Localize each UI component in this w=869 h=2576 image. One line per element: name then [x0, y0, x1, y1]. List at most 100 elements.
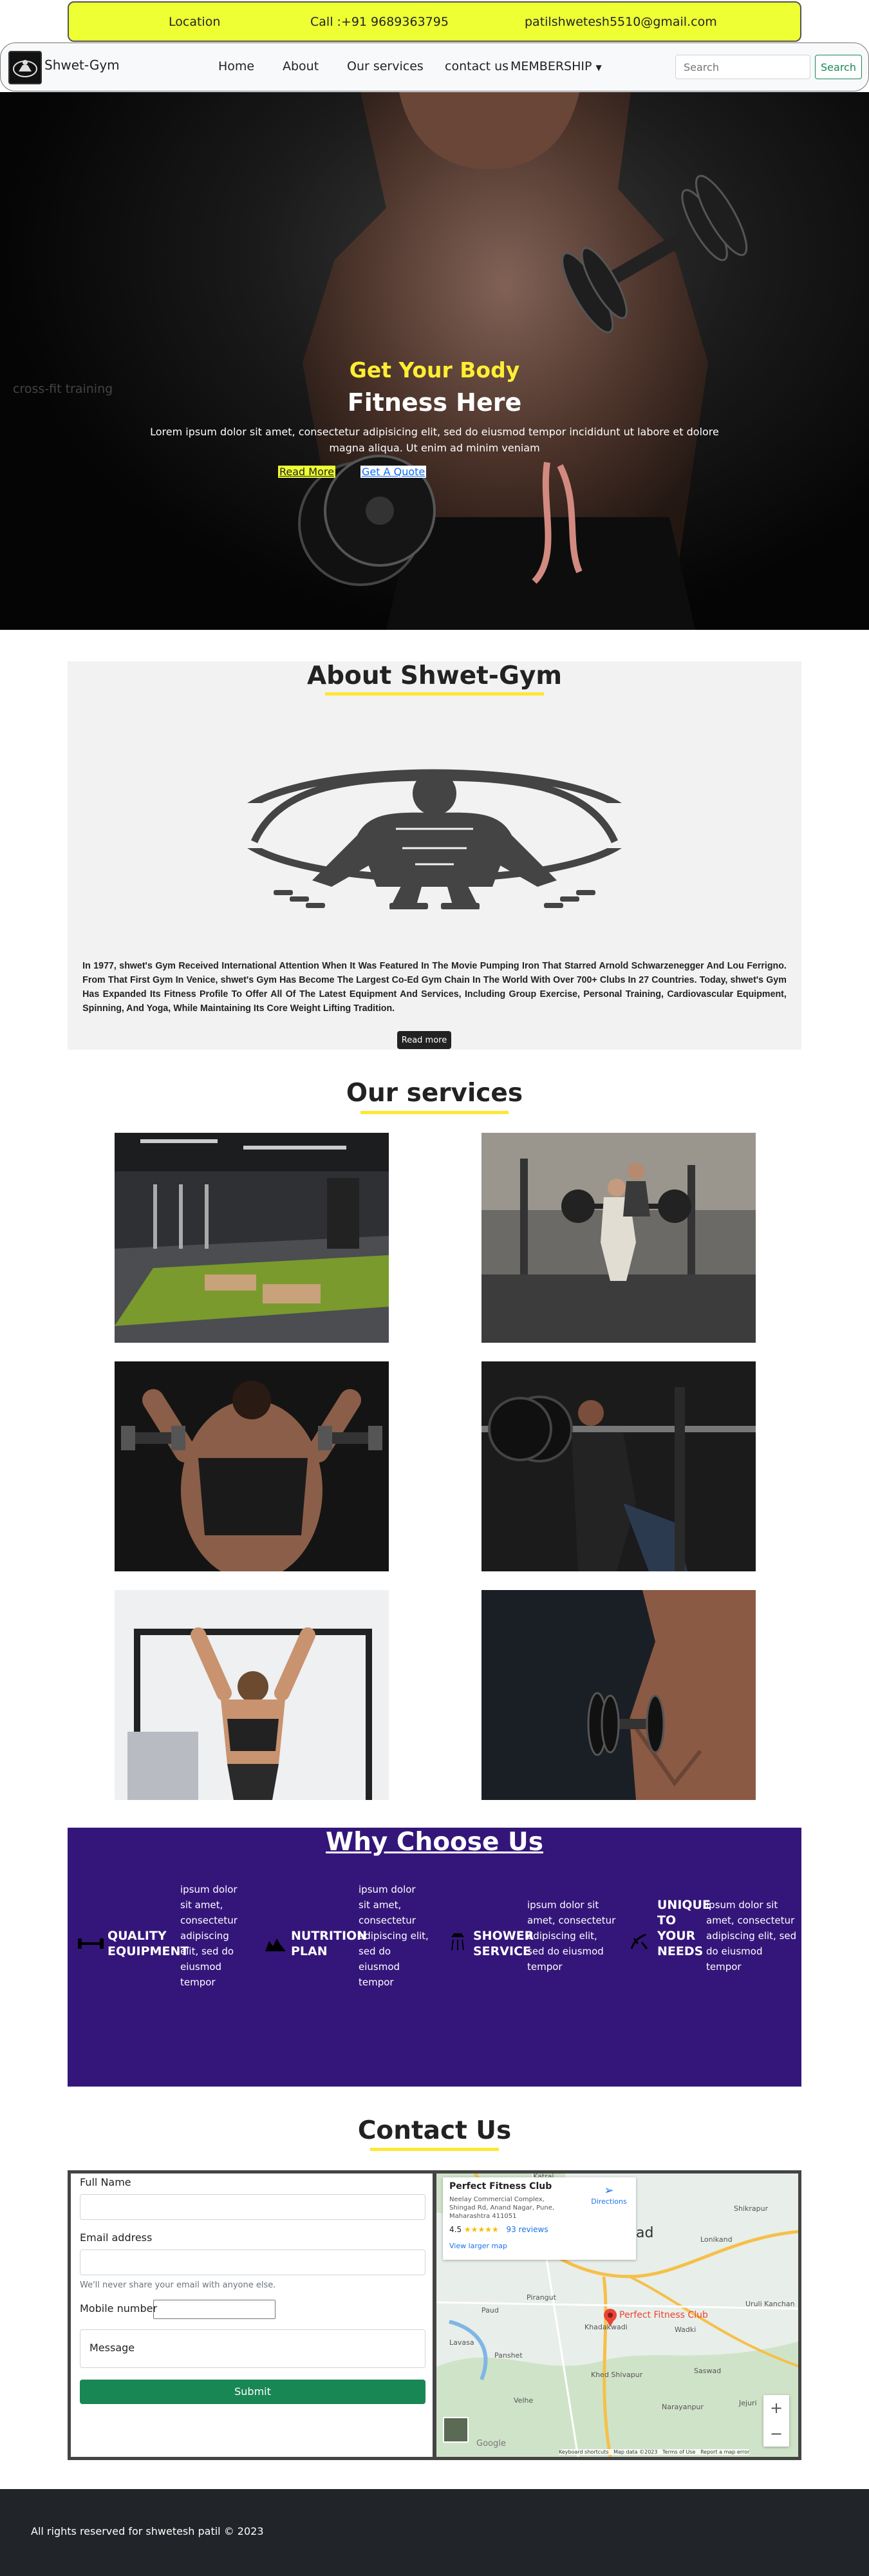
services-title: Our services [346, 1079, 523, 1108]
map-place-lavasa: Lavasa [449, 2338, 474, 2347]
nav-home[interactable]: Home [218, 59, 254, 73]
map-place-pirangut: Pirangut [527, 2293, 556, 2302]
message-placeholder: Message [89, 2342, 135, 2354]
nutrition-icon [264, 1936, 287, 1955]
rating-stars-icon: ★★★★★ [463, 2225, 499, 2234]
terms-link[interactable]: Terms of Use [662, 2449, 695, 2455]
map-place-lonikand: Lonikand [700, 2235, 733, 2244]
mobile-input[interactable] [153, 2300, 276, 2319]
map-place-wadki: Wadki [675, 2325, 696, 2334]
map-place-khadakwadi: Khadakwadi [584, 2323, 628, 2331]
map-place-panshet: Panshet [494, 2351, 523, 2360]
why-item-2-title: NUTRITION PLAN [291, 1929, 368, 1958]
about-title: About Shwet-Gym [306, 661, 563, 690]
get-quote-link[interactable]: Get A Quote [360, 466, 427, 478]
directions-icon: ➢ [604, 2184, 614, 2197]
search-button[interactable]: Search [815, 55, 862, 79]
why-item-1-title: QUALITY EQUIPMENT [107, 1929, 189, 1958]
map-place-shikrapur: Shikrapur [734, 2204, 769, 2213]
why-item-3-text: ipsum dolor sit amet, consectetur adipisci… [527, 1899, 616, 1973]
footer: All rights reserved for shwetesh patil ©… [0, 2489, 869, 2576]
why-title: Why Choose Us [326, 1828, 543, 1857]
about-read-more-button[interactable]: Read more [397, 1031, 451, 1049]
nav-contact[interactable]: contact us [445, 59, 509, 73]
email-label: Email address [80, 2231, 153, 2244]
map-place-khed-shivapur: Khed Shivapur [591, 2371, 643, 2379]
why-item-4-title: UNIQUE TO YOUR NEEDS [657, 1898, 711, 1958]
google-logo: Google [476, 2439, 506, 2448]
map-satellite-toggle[interactable] [443, 2417, 469, 2443]
email-text[interactable]: patilshwetesh5510@gmail.com [525, 15, 717, 29]
submit-button[interactable]: Submit [80, 2380, 425, 2404]
map-place-paud: Paud [481, 2306, 499, 2315]
caret-down-icon: ▼ [595, 63, 602, 72]
map-place-ad: ad [636, 2225, 654, 2241]
hero-title-line2: Fitness Here [347, 388, 522, 417]
map-place-card: Perfect Fitness Club Neelay Commercial C… [443, 2177, 636, 2260]
hero-banner: cross-fit training Get Your Body Fitness… [0, 92, 869, 630]
message-textarea[interactable]: Message [80, 2329, 425, 2368]
hero-description: Lorem ipsum dolor sit amet, consectetur … [150, 426, 719, 454]
read-more-link[interactable]: Read More [278, 466, 335, 478]
map-rating: 4.5 ★★★★★ 93 reviews [449, 2225, 548, 2234]
footer-copyright: All rights reserved for shwetesh patil ©… [31, 2525, 264, 2537]
brand-name[interactable]: Shwet-Gym [44, 57, 120, 73]
map-place-uruli-kanchan: Uruli Kanchan [745, 2300, 795, 2308]
about-description: In 1977, shwet's Gym Received Internatio… [82, 961, 787, 1014]
top-info-bar: Location Call :+91 9689363795 patilshwet… [68, 1, 801, 42]
map-place-velhe: Velhe [514, 2396, 534, 2405]
why-item-1-text: ipsum dolor sit amet, consectetur adipiscin… [180, 1884, 238, 1988]
map-pin-label: Perfect Fitness Club [619, 2310, 708, 2320]
zoom-in-icon[interactable]: + [763, 2395, 789, 2421]
shower-icon [447, 1931, 468, 1955]
why-item-2-text: ipsum dolor sit amet, consectetur adipiscin… [359, 1884, 429, 1988]
map-footer-links: Keyboard shortcuts Map data ©2023 Terms … [559, 2449, 750, 2455]
why-item-3-title: SHOWER SERVICE [473, 1929, 534, 1958]
full-name-input[interactable] [80, 2194, 425, 2220]
map-reviews-link[interactable]: 93 reviews [507, 2225, 548, 2234]
contact-form: Full Name Email address We'll never shar… [68, 2170, 434, 2460]
service-image-dumbbell-back [115, 1361, 389, 1571]
why-item-4-text: ipsum dolor sit amet, consectetur adipisci… [706, 1899, 797, 1973]
service-image-bodybuilder-dumbbell [481, 1590, 756, 1800]
map-place-saswad: Saswad [694, 2367, 722, 2375]
directions-button[interactable]: ➢ Directions [588, 2184, 630, 2206]
map-place-address: Neelay Commercial Complex, Shingad Rd, An… [449, 2196, 555, 2220]
report-error-link[interactable]: Report a map error [700, 2449, 749, 2455]
zoom-out-icon[interactable]: − [763, 2421, 789, 2447]
location-text: Location [169, 14, 221, 29]
brand-logo[interactable] [8, 51, 42, 84]
call-text[interactable]: Call :+91 9689363795 [310, 15, 449, 29]
gym-logo-image [229, 769, 640, 909]
why-choose-us-section: Why Choose Us QUALITY EQUIPMENT ipsum dol… [68, 1828, 801, 2087]
keyboard-shortcuts-link[interactable]: Keyboard shortcuts [559, 2449, 608, 2455]
contact-title-underline [370, 2148, 499, 2151]
services-title-underline [360, 1111, 509, 1114]
email-input[interactable] [80, 2249, 425, 2275]
map-place-jejuri: Jejuri [739, 2399, 757, 2407]
google-map[interactable]: Perfect Fitness Club Katraj Shikrapur Lo… [434, 2170, 801, 2460]
view-larger-map-link[interactable]: View larger map [449, 2242, 507, 2250]
nav-services[interactable]: Our services [347, 59, 424, 73]
contact-title: Contact Us [357, 2116, 512, 2145]
mobile-label: Mobile number [80, 2302, 158, 2315]
service-image-pullup [115, 1590, 389, 1800]
navbar: Shwet-Gym Home About Our services contac… [0, 43, 869, 91]
dumbbell-icon [78, 1936, 104, 1954]
nav-about[interactable]: About [283, 59, 319, 73]
email-help-text: We'll never share your email with anyone… [80, 2280, 276, 2290]
map-place-narayanpur: Narayanpur [662, 2403, 704, 2411]
membership-label: MEMBERSHIP [510, 59, 592, 73]
hero-title-line1: Get Your Body [349, 357, 520, 383]
service-image-squat-training [481, 1133, 756, 1343]
about-title-underline [325, 692, 544, 696]
search-input[interactable] [675, 55, 810, 79]
unique-needs-icon [628, 1929, 651, 1955]
service-image-barbell-squat [481, 1361, 756, 1571]
map-zoom-controls: + − [763, 2395, 789, 2447]
map-data-text: Map data ©2023 [613, 2449, 658, 2455]
full-name-label: Full Name [80, 2176, 131, 2188]
map-place-name: Perfect Fitness Club [449, 2181, 552, 2192]
nav-membership-dropdown[interactable]: MEMBERSHIP ▼ [510, 59, 602, 73]
about-section: About Shwet-Gym In 1977, shwet's Gym Rec… [68, 661, 801, 1050]
